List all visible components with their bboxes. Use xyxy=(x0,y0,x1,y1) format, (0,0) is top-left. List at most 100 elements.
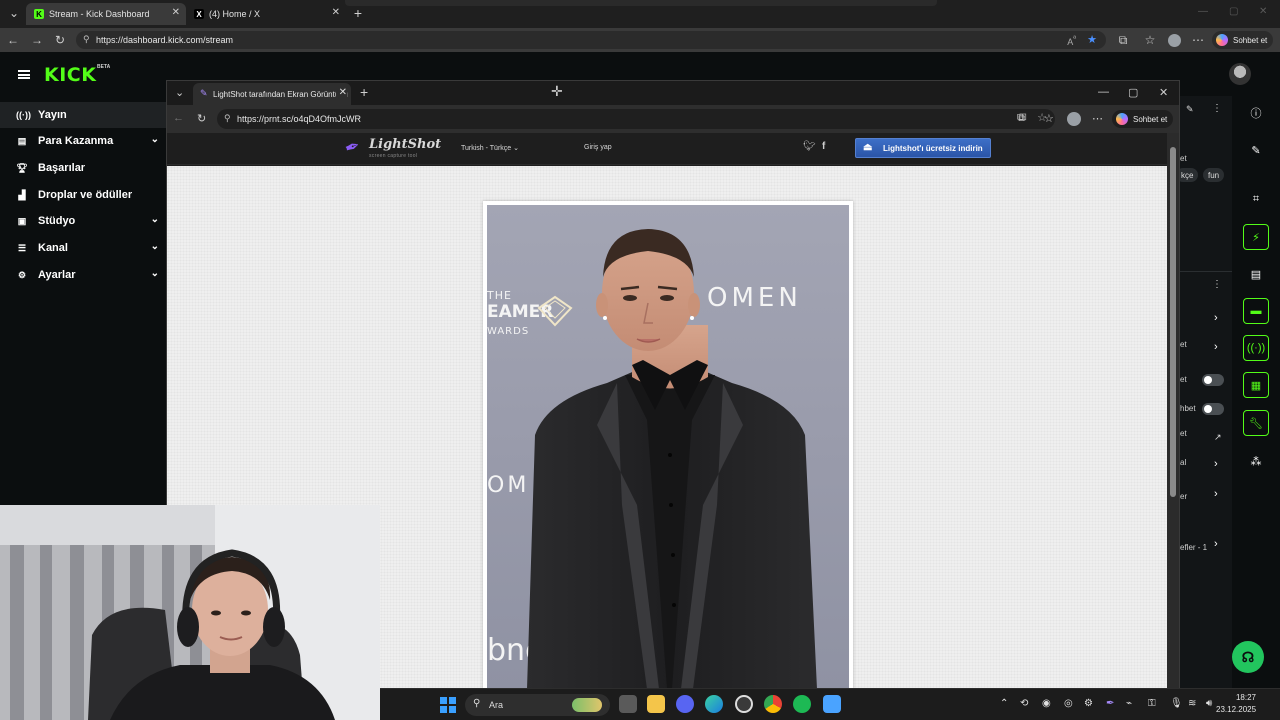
lightning-icon[interactable]: ⚡︎ xyxy=(1243,224,1269,250)
sidebar-item-ayarlar[interactable]: ⚙ Ayarlar ⌄ xyxy=(0,262,166,288)
taskbar-time[interactable]: 18:27 xyxy=(1216,693,1256,702)
taskbar-date[interactable]: 23.12.2025 xyxy=(1216,705,1256,714)
hamburger-menu-icon[interactable] xyxy=(18,70,30,79)
maximize-icon[interactable]: ▢ xyxy=(1128,86,1138,99)
favorites-icon[interactable]: ☆ xyxy=(1142,32,1158,48)
sidebar-item-droplar[interactable]: ▟ Droplar ve ödüller xyxy=(0,182,166,208)
tray-lightshot-icon[interactable]: ✒ xyxy=(1106,698,1114,709)
sidebar-item-yayin[interactable]: ((·)) Yayın xyxy=(0,102,166,128)
chat-bubble-icon[interactable]: ▬ xyxy=(1243,298,1269,324)
tray-volume-icon[interactable]: 🔊︎ xyxy=(1206,698,1212,709)
panel-more-icon[interactable]: ⋮ xyxy=(1212,279,1222,290)
edit-pencil-icon[interactable]: ✎ xyxy=(1186,104,1194,115)
taskbar-search[interactable]: ⚲ Ara xyxy=(465,694,610,716)
tab-list-chevron-icon[interactable]: ⌄ xyxy=(6,5,22,21)
tab-list-chevron-icon[interactable]: ⌄ xyxy=(175,86,184,99)
sidebar-item-studyo[interactable]: ▣ Stüdyo ⌄ xyxy=(0,208,166,234)
minimize-icon[interactable]: — xyxy=(1098,86,1109,98)
chevron-right-icon[interactable]: › xyxy=(1214,488,1218,500)
site-info-icon[interactable]: ⚲ xyxy=(83,34,90,45)
chart-icon[interactable]: ↗ xyxy=(1214,432,1222,443)
tray-obs-icon[interactable]: ◎ xyxy=(1064,698,1073,709)
tray-mic-icon[interactable]: 🎙︎ xyxy=(1170,698,1183,709)
scan-icon[interactable]: ⌗ xyxy=(1243,186,1269,212)
toggle-switch[interactable] xyxy=(1202,374,1224,386)
tray-wifi-icon[interactable]: ≋ xyxy=(1188,698,1196,709)
user-avatar[interactable] xyxy=(1229,63,1251,85)
extensions-icon[interactable]: ⧉ xyxy=(1115,32,1131,48)
read-aloud-icon[interactable]: Aª xyxy=(1067,34,1076,47)
new-tab-button[interactable]: + xyxy=(360,84,368,100)
maximize-icon[interactable]: ▢ xyxy=(1229,6,1238,17)
sidebar-item-para-kazanma[interactable]: ▤ Para Kazanma ⌄ xyxy=(0,128,166,154)
favorite-star-icon[interactable]: ★ xyxy=(1087,33,1097,46)
edit-pencil-icon[interactable]: ✎ xyxy=(1243,137,1269,163)
layout-icon[interactable]: ▦ xyxy=(1243,372,1269,398)
share-nodes-icon[interactable]: ⁂ xyxy=(1243,448,1269,474)
new-tab-button[interactable]: + xyxy=(350,5,366,21)
close-tab-icon[interactable]: ✕ xyxy=(335,87,347,98)
tray-sync-icon[interactable]: ⟲ xyxy=(1020,698,1028,709)
more-menu-icon[interactable]: ⋯ xyxy=(1190,32,1206,48)
chrome-icon[interactable] xyxy=(764,695,782,713)
copilot-chat-button[interactable]: Sohbet et xyxy=(1112,110,1174,128)
tray-plug-icon[interactable]: ⌁ xyxy=(1126,698,1132,709)
site-info-icon[interactable]: ⚲ xyxy=(224,113,231,124)
close-window-icon[interactable]: ✕ xyxy=(1259,6,1267,17)
tray-chevron-up-icon[interactable]: ⌃ xyxy=(1000,698,1008,709)
tab-kick-dashboard[interactable]: K Stream - Kick Dashboard ✕ xyxy=(26,3,186,25)
broadcast-icon[interactable]: ((·)) xyxy=(1243,335,1269,361)
edge-icon[interactable] xyxy=(705,695,723,713)
chevron-right-icon[interactable]: › xyxy=(1214,538,1218,550)
chevron-right-icon[interactable]: › xyxy=(1214,341,1218,353)
minimize-icon[interactable]: — xyxy=(1198,6,1208,17)
obs-icon[interactable] xyxy=(735,695,753,713)
kick-logo[interactable]: KICK xyxy=(44,64,96,86)
back-arrow-icon[interactable]: ← xyxy=(173,112,184,124)
extensions-icon[interactable]: ⧉ xyxy=(1017,112,1025,125)
page-scrollbar[interactable] xyxy=(1167,133,1179,689)
task-view-icon[interactable] xyxy=(619,695,637,713)
twitter-bird-icon[interactable]: 🐦︎ xyxy=(803,141,816,152)
tab-x-home[interactable]: X (4) Home / X ✕ xyxy=(186,3,346,25)
sidebar-item-basarilar[interactable]: 🏆︎ Başarılar xyxy=(0,155,166,181)
scrollbar-thumb[interactable] xyxy=(1170,147,1176,497)
discord-icon[interactable] xyxy=(676,695,694,713)
help-headset-button[interactable]: ☊ xyxy=(1232,641,1264,673)
close-tab-icon[interactable]: ✕ xyxy=(332,7,340,18)
chevron-right-icon[interactable]: › xyxy=(1214,458,1218,470)
forward-arrow-icon[interactable]: → xyxy=(29,32,45,48)
reload-icon[interactable]: ↻ xyxy=(52,32,68,48)
download-lightshot-button[interactable]: ⏏ Lightshot'ı ücretsiz indirin xyxy=(855,138,991,158)
reload-icon[interactable]: ↻ xyxy=(197,112,206,125)
favorites-icon[interactable]: ☆ xyxy=(1044,112,1054,125)
document-icon[interactable]: ▤ xyxy=(1243,261,1269,287)
login-link[interactable]: Giriş yap xyxy=(584,144,612,151)
close-tab-icon[interactable]: ✕ xyxy=(172,7,180,18)
language-selector[interactable]: Turkish - Türkçe ⌄ xyxy=(461,144,519,152)
profile-icon[interactable] xyxy=(1067,112,1081,126)
tray-steam-icon[interactable]: ⚙ xyxy=(1084,698,1093,709)
more-menu-icon[interactable]: ⋯ xyxy=(1092,112,1103,125)
info-icon[interactable]: ⓘ xyxy=(1243,100,1269,126)
address-bar[interactable]: ⚲ https://prnt.sc/o4qD4OfmJcWR ⊞ ☆ xyxy=(217,109,1055,129)
facebook-icon[interactable]: f xyxy=(822,141,825,152)
start-windows-icon[interactable] xyxy=(440,697,456,713)
app-window-icon[interactable] xyxy=(823,695,841,713)
sidebar-item-kanal[interactable]: ☰ Kanal ⌄ xyxy=(0,235,166,261)
panel-more-icon[interactable]: ⋮ xyxy=(1212,103,1222,114)
toggle-switch[interactable] xyxy=(1202,403,1224,415)
file-explorer-icon[interactable] xyxy=(647,695,665,713)
wrench-icon[interactable]: 🔧︎ xyxy=(1243,410,1269,436)
profile-icon[interactable] xyxy=(1166,32,1182,48)
lightshot-logo[interactable]: LightShot xyxy=(369,137,441,152)
address-bar[interactable]: ⚲ https://dashboard.kick.com/stream Aª ★ xyxy=(76,31,1106,49)
tab-lightshot[interactable]: ✎ LightShot tarafından Ekran Görüntüsü ✕ xyxy=(193,83,351,105)
copilot-chat-button[interactable]: Sohbet et xyxy=(1212,31,1274,49)
back-arrow-icon[interactable]: ← xyxy=(5,32,21,48)
tray-discord-icon[interactable]: ◉ xyxy=(1042,698,1051,709)
chevron-right-icon[interactable]: › xyxy=(1214,312,1218,324)
tray-network-icon[interactable]: ⚿ xyxy=(1148,698,1156,709)
spotify-icon[interactable] xyxy=(793,695,811,713)
close-window-icon[interactable]: ✕ xyxy=(1159,86,1168,99)
